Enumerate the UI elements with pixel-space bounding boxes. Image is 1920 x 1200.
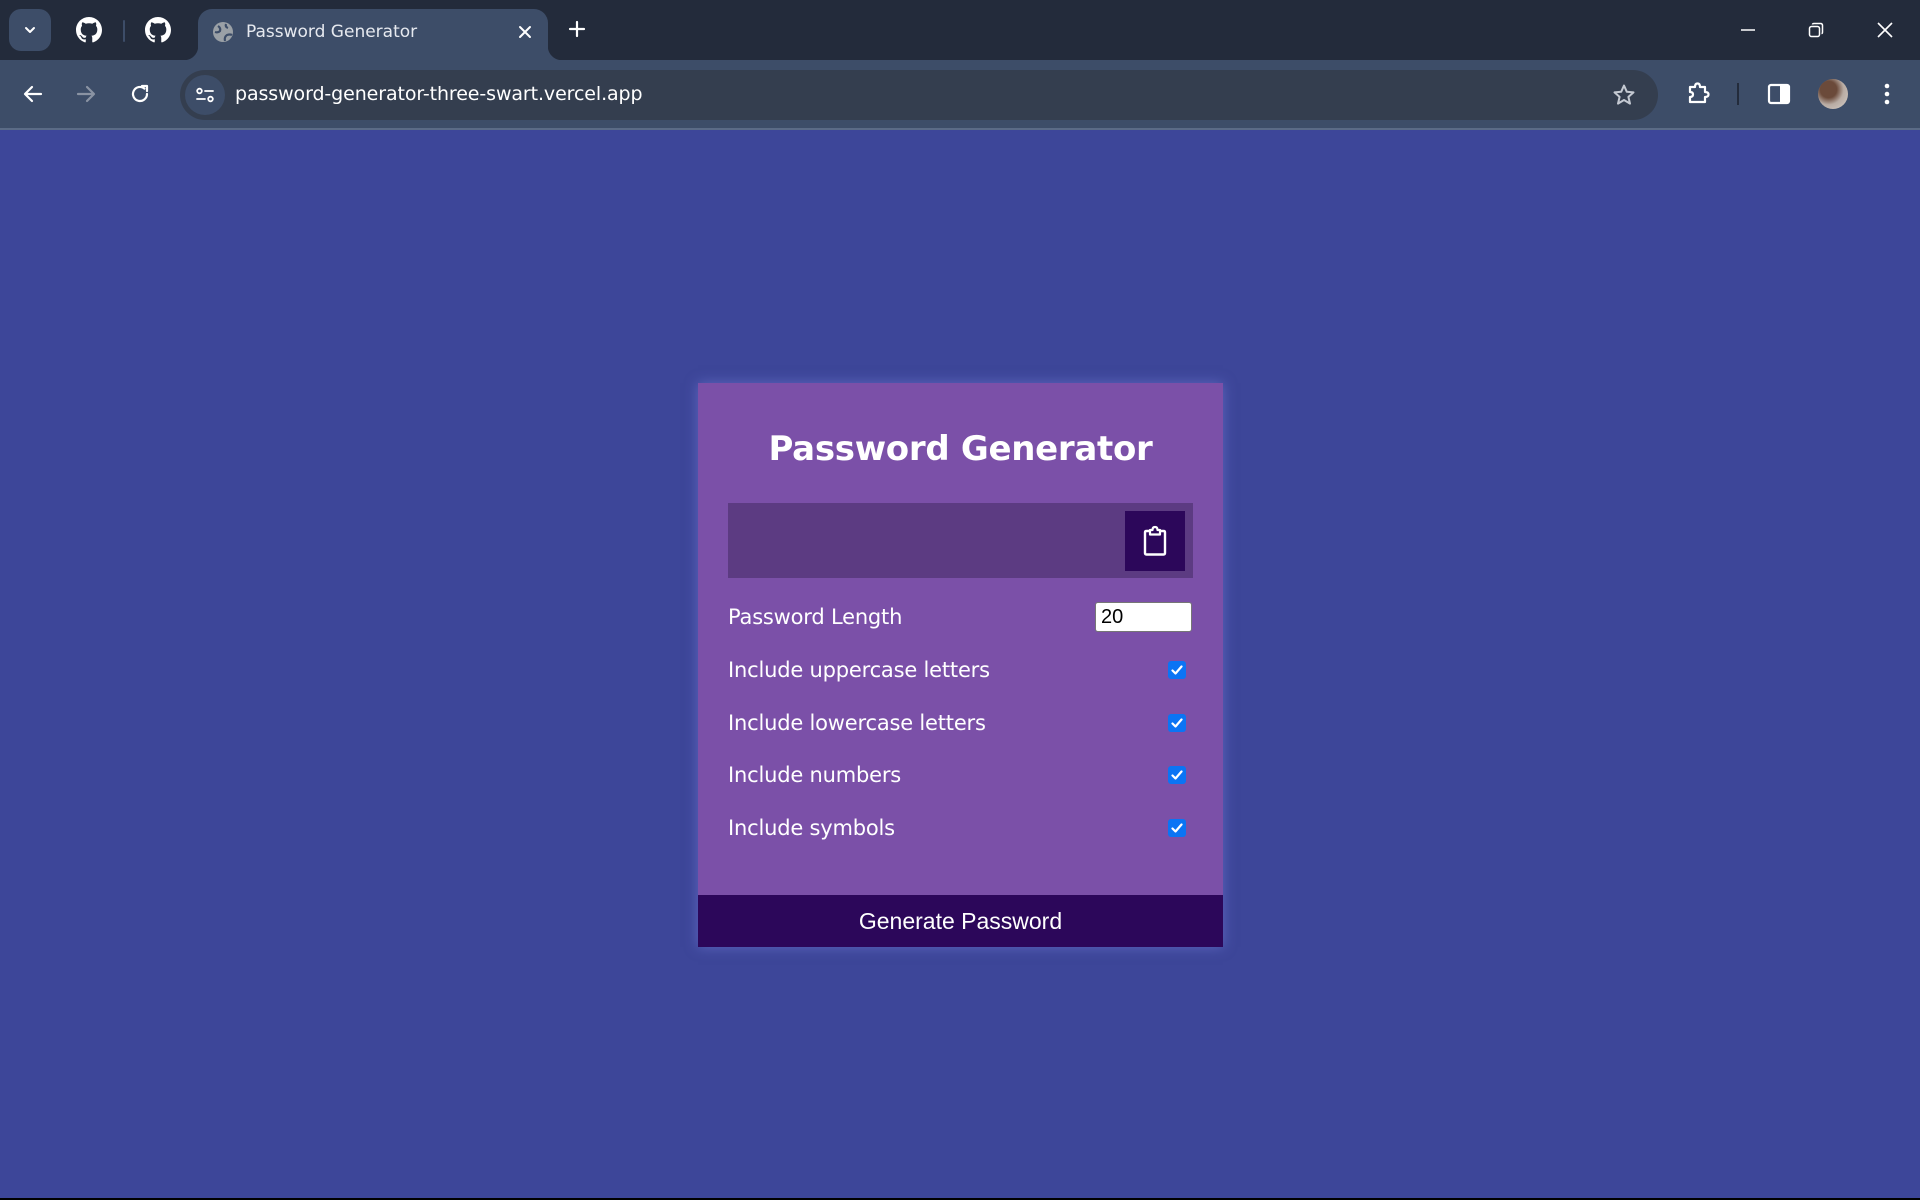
browser-titlebar: Password Generator xyxy=(0,0,1920,60)
tab-close-button[interactable] xyxy=(512,19,538,45)
lowercase-checkbox[interactable] xyxy=(1168,714,1186,732)
pinned-tab-github-2[interactable] xyxy=(140,12,176,48)
pinned-tab-github-1[interactable] xyxy=(71,12,107,48)
star-icon xyxy=(1613,84,1635,105)
toolbar-divider xyxy=(0,128,1920,130)
numbers-checkbox[interactable] xyxy=(1168,766,1186,784)
reload-icon xyxy=(131,84,149,103)
github-icon xyxy=(76,17,102,43)
active-tab[interactable]: Password Generator xyxy=(184,9,562,60)
close-icon xyxy=(519,26,531,38)
checkmark-icon xyxy=(1171,823,1183,833)
password-length-input[interactable] xyxy=(1095,602,1192,632)
tab-search-button[interactable] xyxy=(9,9,51,51)
restore-button[interactable] xyxy=(1791,10,1841,50)
page-title: Password Generator xyxy=(768,429,1153,469)
close-window-button[interactable] xyxy=(1860,10,1910,50)
side-panel-button[interactable] xyxy=(1759,74,1799,114)
password-length-setting: Password Length xyxy=(728,597,1193,637)
pinned-tabs-separator xyxy=(123,20,125,42)
symbols-checkbox[interactable] xyxy=(1168,819,1186,837)
browser-toolbar: password-generator-three-swart.vercel.ap… xyxy=(0,60,1920,128)
tune-icon xyxy=(196,87,214,103)
checkmark-icon xyxy=(1171,718,1183,728)
option-symbols-label: Include symbols xyxy=(728,816,895,840)
password-length-label: Password Length xyxy=(728,605,903,629)
clipboard-icon xyxy=(1143,525,1167,556)
minimize-icon xyxy=(1741,29,1755,31)
checkmark-icon xyxy=(1171,665,1183,675)
password-generator-card: Password Generator Password Length Inclu… xyxy=(698,383,1223,947)
option-lowercase-label: Include lowercase letters xyxy=(728,711,986,735)
option-symbols: Include symbols xyxy=(728,808,1193,848)
globe-icon xyxy=(213,22,233,42)
chrome-menu-button[interactable] xyxy=(1867,74,1907,114)
arrow-right-icon xyxy=(76,85,96,103)
tab-title: Password Generator xyxy=(246,22,418,42)
chevron-down-icon xyxy=(25,27,35,33)
option-numbers-label: Include numbers xyxy=(728,763,902,787)
password-result xyxy=(728,503,1193,578)
new-tab-button[interactable] xyxy=(562,14,592,44)
back-button[interactable] xyxy=(13,74,53,114)
option-uppercase: Include uppercase letters xyxy=(728,650,1193,690)
more-vertical-icon xyxy=(1884,83,1890,105)
checkmark-icon xyxy=(1171,770,1183,780)
uppercase-checkbox[interactable] xyxy=(1168,661,1186,679)
extensions-button[interactable] xyxy=(1679,74,1719,114)
puzzle-icon xyxy=(1688,82,1710,104)
bookmark-button[interactable] xyxy=(1608,79,1640,111)
close-icon xyxy=(1877,22,1893,38)
forward-button[interactable] xyxy=(66,74,106,114)
github-icon xyxy=(145,17,171,43)
side-panel-icon xyxy=(1767,83,1791,105)
address-bar[interactable]: password-generator-three-swart.vercel.ap… xyxy=(180,70,1658,120)
option-lowercase: Include lowercase letters xyxy=(728,703,1193,743)
url-text[interactable]: password-generator-three-swart.vercel.ap… xyxy=(235,83,643,105)
minimize-button[interactable] xyxy=(1723,10,1773,50)
generate-password-button[interactable]: Generate Password xyxy=(698,895,1223,947)
option-numbers: Include numbers xyxy=(728,755,1193,795)
option-uppercase-label: Include uppercase letters xyxy=(728,658,990,682)
arrow-left-icon xyxy=(23,85,43,103)
profile-avatar[interactable] xyxy=(1818,79,1848,109)
copy-to-clipboard-button[interactable] xyxy=(1125,511,1185,571)
toolbar-separator xyxy=(1737,83,1739,105)
restore-icon xyxy=(1808,22,1824,38)
reload-button[interactable] xyxy=(120,74,160,114)
plus-icon xyxy=(568,20,586,38)
site-info-button[interactable] xyxy=(185,75,225,115)
